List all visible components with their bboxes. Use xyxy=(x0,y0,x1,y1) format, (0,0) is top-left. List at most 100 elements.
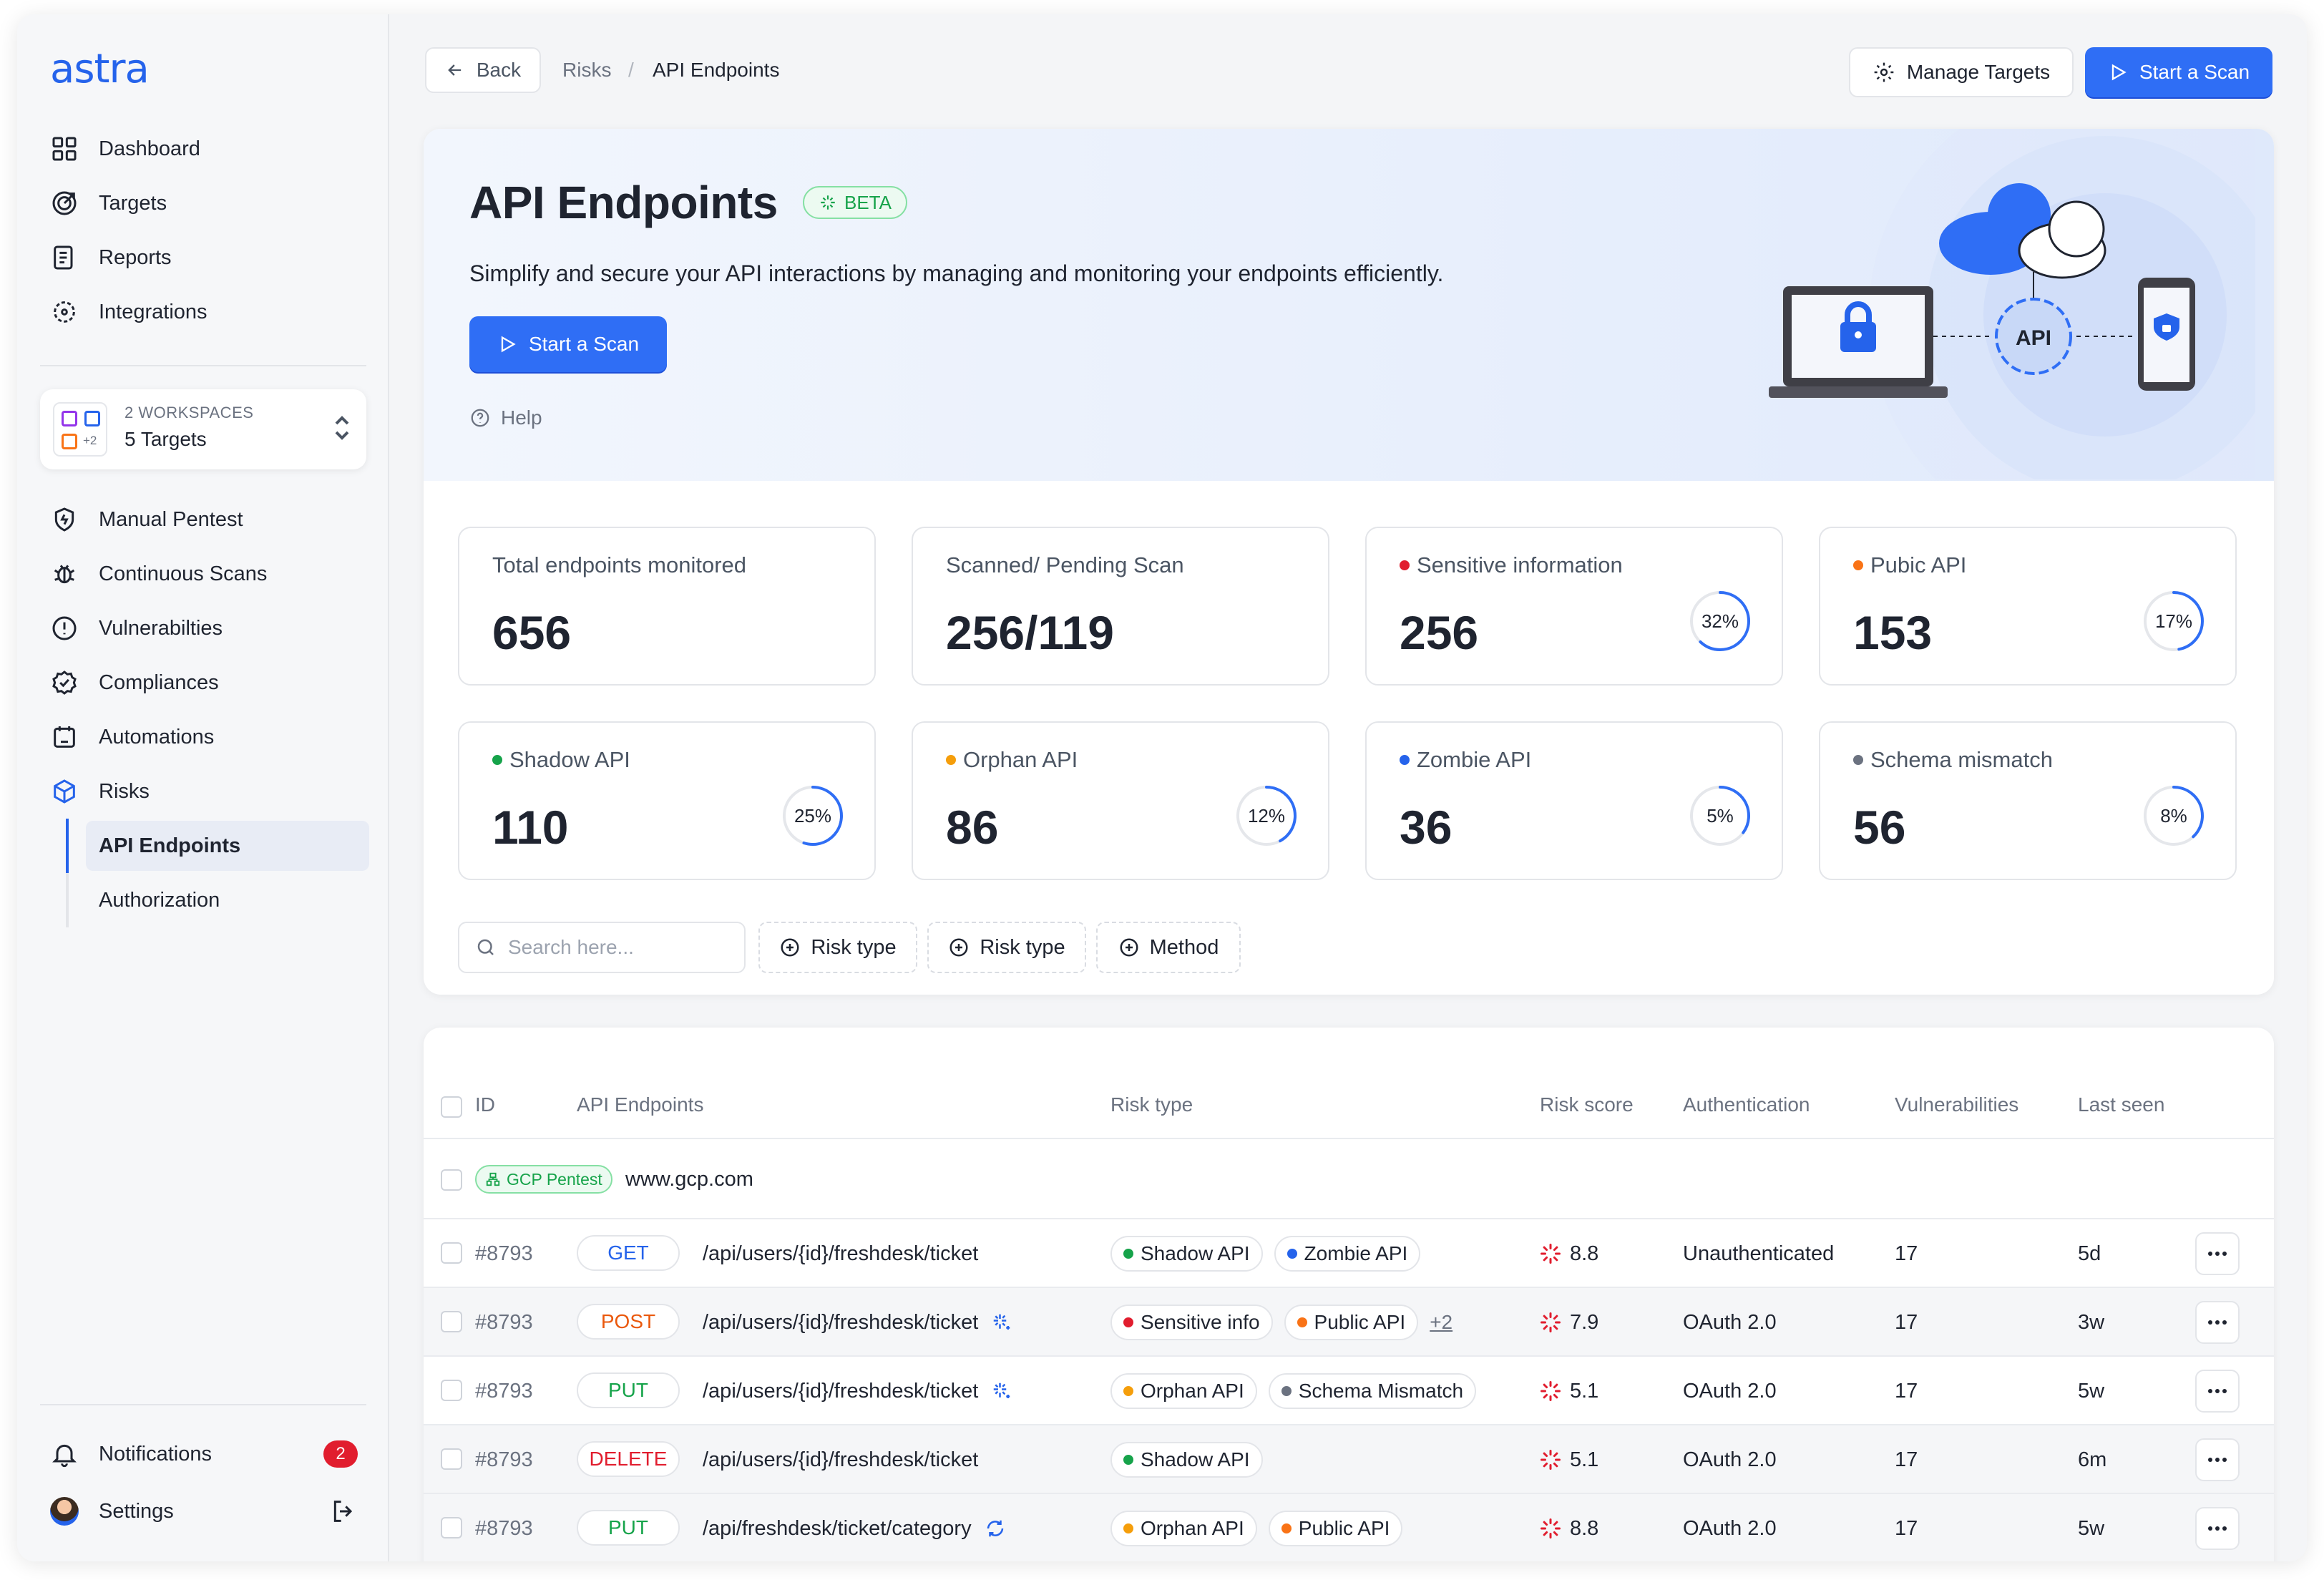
nav-notifications[interactable]: Notifications 2 xyxy=(50,1433,358,1476)
submenu-active-indicator xyxy=(66,819,69,873)
endpoint-cell[interactable]: /api/users/{id}/freshdesk/ticket xyxy=(703,1425,978,1494)
col-header-endpoints[interactable]: API Endpoints xyxy=(577,1093,703,1116)
filter-risk-type-2[interactable]: Risk type xyxy=(927,922,1086,973)
nav-continuous-scans[interactable]: Continuous Scans xyxy=(50,552,267,595)
astra-logo[interactable]: astra xyxy=(50,46,150,92)
status-dot xyxy=(1123,1317,1133,1327)
row-checkbox[interactable] xyxy=(441,1242,462,1264)
stat-card[interactable]: Sensitive information 256 32% xyxy=(1365,527,1783,686)
status-dot xyxy=(946,755,956,765)
breadcrumb-risks[interactable]: Risks xyxy=(562,59,611,82)
stat-card[interactable]: Orphan API 86 12% xyxy=(912,721,1329,880)
stat-percent: 5% xyxy=(1707,804,1734,826)
stat-label: Scanned/ Pending Scan xyxy=(946,552,1184,578)
table-row[interactable]: #8793 POST/api/users/{id}/freshdesk/ticke… xyxy=(424,1288,2274,1357)
col-header-risk-score[interactable]: Risk score xyxy=(1540,1093,1634,1116)
risk-chip[interactable]: Orphan API xyxy=(1110,1373,1257,1409)
nav-compliances[interactable]: Compliances xyxy=(50,661,219,704)
row-actions-button[interactable] xyxy=(2195,1507,2240,1550)
workspace-switcher[interactable]: +2 2 WORKSPACES 5 Targets xyxy=(40,389,366,469)
endpoint-cell[interactable]: /api/users/{id}/freshdesk/ticket xyxy=(703,1357,1012,1425)
risk-chip[interactable]: Public API xyxy=(1284,1305,1419,1340)
sync-icon xyxy=(985,1518,1006,1539)
row-checkbox[interactable] xyxy=(441,1448,462,1470)
risk-chip[interactable]: Schema Mismatch xyxy=(1268,1373,1477,1409)
last-seen-cell: 6m xyxy=(2078,1448,2107,1471)
nav-targets[interactable]: Targets xyxy=(50,182,167,225)
select-all-checkbox[interactable] xyxy=(441,1096,462,1118)
more-risks-link[interactable]: +2 xyxy=(1430,1311,1452,1334)
table-row[interactable]: #8793 PUT/api/users/{id}/freshdesk/ticket… xyxy=(424,1357,2274,1425)
filter-risk-type[interactable]: Risk type xyxy=(758,922,917,973)
back-button[interactable]: Back xyxy=(425,47,541,93)
method-badge: POST xyxy=(577,1304,680,1340)
search-icon xyxy=(477,939,494,955)
start-scan-label: Start a Scan xyxy=(2139,61,2250,83)
row-actions-button[interactable] xyxy=(2195,1301,2240,1344)
col-header-authentication[interactable]: Authentication xyxy=(1683,1093,1810,1116)
logout-icon[interactable] xyxy=(329,1497,358,1526)
sub-item-api-endpoints[interactable]: API Endpoints xyxy=(86,821,369,871)
workspace-icon xyxy=(62,434,77,449)
nav-integrations[interactable]: Integrations xyxy=(50,291,208,333)
search-box[interactable]: Search here... xyxy=(458,922,746,973)
plus-circle-icon xyxy=(1120,938,1138,957)
row-actions-button[interactable] xyxy=(2195,1370,2240,1413)
endpoint-cell[interactable]: /api/users/{id}/freshdesk/ticket xyxy=(703,1288,1012,1357)
risk-chip[interactable]: Public API xyxy=(1268,1511,1403,1546)
col-header-risk-type[interactable]: Risk type xyxy=(1110,1093,1193,1116)
risk-chip[interactable]: Shadow API xyxy=(1110,1236,1263,1272)
workspace-icons: +2 xyxy=(53,402,107,457)
col-header-vulnerabilities[interactable]: Vulnerabilities xyxy=(1895,1093,2018,1116)
risk-chip[interactable]: Zombie API xyxy=(1274,1236,1421,1272)
risk-score: 8.8 xyxy=(1540,1494,1598,1561)
endpoint-cell[interactable]: /api/users/{id}/freshdesk/ticket xyxy=(703,1219,978,1288)
vulnerabilities-cell: 17 xyxy=(1895,1448,1918,1471)
nav-dashboard[interactable]: Dashboard xyxy=(50,127,200,170)
nav-settings[interactable]: Settings xyxy=(50,1490,358,1533)
row-checkbox[interactable] xyxy=(441,1311,462,1332)
nav-vulnerabilities[interactable]: Vulnerabilties xyxy=(50,607,223,650)
risk-chip[interactable]: Shadow API xyxy=(1110,1442,1263,1478)
status-dot xyxy=(1123,1386,1133,1396)
col-header-last-seen[interactable]: Last seen xyxy=(2078,1093,2164,1116)
table-row[interactable]: #8793 GET/api/users/{id}/freshdesk/ticket… xyxy=(424,1219,2274,1288)
row-actions-button[interactable] xyxy=(2195,1438,2240,1481)
sub-item-authorization[interactable]: Authorization xyxy=(86,875,369,925)
stat-card[interactable]: Scanned/ Pending Scan 256/119 xyxy=(912,527,1329,686)
gear-icon xyxy=(1874,62,1894,82)
start-scan-button[interactable]: Start a Scan xyxy=(2085,47,2272,97)
stat-label-text: Shadow API xyxy=(509,747,630,772)
nav-risks[interactable]: Risks xyxy=(50,770,150,813)
table-row[interactable]: #8793 PUT/api/freshdesk/ticket/category Or… xyxy=(424,1494,2274,1561)
manage-targets-button[interactable]: Manage Targets xyxy=(1849,47,2074,97)
status-dot xyxy=(1297,1317,1307,1327)
last-seen-cell: 3w xyxy=(2078,1310,2105,1334)
risk-chip-label: Public API xyxy=(1314,1311,1406,1333)
stat-card[interactable]: Shadow API 110 25% xyxy=(458,721,876,880)
endpoint-cell[interactable]: /api/freshdesk/ticket/category xyxy=(703,1494,1006,1561)
stat-card[interactable]: Zombie API 36 5% xyxy=(1365,721,1783,880)
stat-card[interactable]: Pubic API 153 17% xyxy=(1819,527,2237,686)
hero-start-scan-button[interactable]: Start a Scan xyxy=(469,316,667,372)
row-checkbox[interactable] xyxy=(441,1380,462,1401)
stat-card[interactable]: Schema mismatch 56 8% xyxy=(1819,721,2237,880)
col-header-id[interactable]: ID xyxy=(475,1093,495,1116)
help-link[interactable]: Help xyxy=(469,406,542,429)
filter-method[interactable]: Method xyxy=(1096,922,1241,973)
nav-manual-pentest[interactable]: Manual Pentest xyxy=(50,498,243,541)
stat-card[interactable]: Total endpoints monitored 656 xyxy=(458,527,876,686)
nav-automations[interactable]: Automations xyxy=(50,716,214,759)
row-checkbox[interactable] xyxy=(441,1517,462,1538)
risk-chip[interactable]: Orphan API xyxy=(1110,1511,1257,1546)
nav-reports[interactable]: Reports xyxy=(50,236,172,279)
more-horizontal-icon xyxy=(2208,1320,2227,1325)
search-input[interactable]: Search here... xyxy=(508,936,634,959)
risk-chip-label: Schema Mismatch xyxy=(1298,1380,1464,1402)
endpoint-path: /api/users/{id}/freshdesk/ticket xyxy=(703,1448,979,1471)
risk-chip[interactable]: Sensitive info xyxy=(1110,1305,1273,1340)
row-actions-button[interactable] xyxy=(2195,1232,2240,1275)
risk-score-value: 5.1 xyxy=(1570,1379,1599,1403)
table-row[interactable]: #8793 DELETE/api/users/{id}/freshdesk/tic… xyxy=(424,1425,2274,1494)
group-checkbox[interactable] xyxy=(441,1169,462,1191)
